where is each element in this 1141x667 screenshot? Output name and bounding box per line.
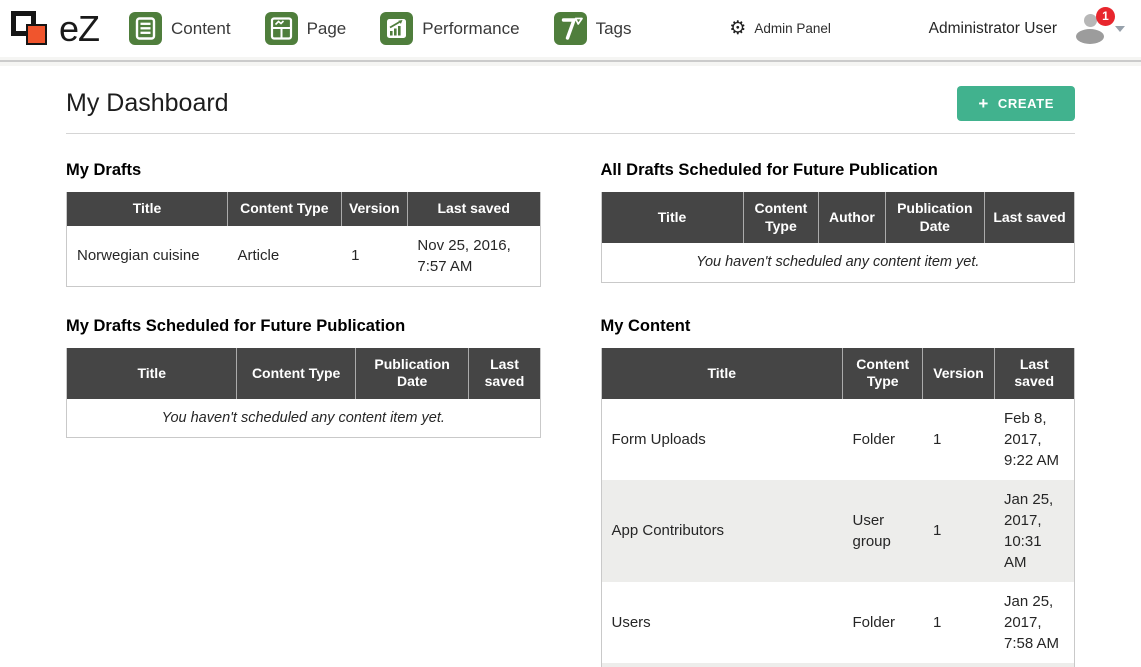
table-empty-row: You haven't scheduled any content item y… <box>67 399 541 438</box>
nav-label: Content <box>171 19 231 39</box>
page-title: My Dashboard <box>66 89 229 118</box>
empty-message: You haven't scheduled any content item y… <box>601 243 1075 282</box>
notification-badge[interactable]: 1 <box>1096 7 1115 26</box>
table-cell: App <box>601 663 843 667</box>
top-navigation-bar: eZ Content <box>0 0 1141 57</box>
table-cell: Jan 25, 2017, 7:55 AM <box>994 663 1075 667</box>
user-menu-toggle[interactable]: 1 <box>1072 14 1125 44</box>
ez-logo[interactable]: eZ <box>10 10 99 48</box>
table-row[interactable]: App ContributorsUser group1Jan 25, 2017,… <box>601 480 1075 582</box>
ez-logo-orange-square <box>26 24 47 45</box>
table-cell: Jan 25, 2017, 10:31 AM <box>994 480 1075 582</box>
nav-item-tags[interactable]: Tags <box>554 12 632 45</box>
table-row[interactable]: UsersFolder1Jan 25, 2017, 7:58 AM <box>601 582 1075 663</box>
section-title: My Drafts <box>66 161 541 180</box>
table-cell: 1 <box>341 226 407 287</box>
page-icon <box>265 12 298 45</box>
column-header: Content Type <box>227 192 341 226</box>
plus-icon: + <box>978 96 989 111</box>
performance-icon <box>380 12 413 45</box>
topbar-divider <box>0 57 1141 66</box>
column-header: Title <box>67 192 228 226</box>
table-cell: App Contributors <box>601 480 843 582</box>
ez-logo-text: eZ <box>59 11 99 47</box>
user-area: Administrator User 1 <box>929 14 1125 44</box>
table-cell: Users <box>601 582 843 663</box>
nav-item-performance[interactable]: Performance <box>380 12 519 45</box>
table-cell: Article <box>227 226 341 287</box>
dashboard-grid: My Drafts TitleContent TypeVersionLast s… <box>66 161 1075 667</box>
dashboard-main: My Dashboard + CREATE My Drafts TitleCon… <box>0 66 1141 667</box>
avatar-body <box>1076 29 1104 44</box>
column-header: Version <box>341 192 407 226</box>
table-cell: Nov 25, 2016, 7:57 AM <box>407 226 540 287</box>
nav-item-page[interactable]: Page <box>265 12 347 45</box>
column-header: Publication Date <box>355 348 469 399</box>
nav-label: Page <box>307 19 347 39</box>
table-cell: Folder <box>843 582 923 663</box>
column-header: Content Type <box>843 348 923 399</box>
ez-logo-icon <box>10 10 51 48</box>
table-header-row: TitleContent TypeAuthorPublication DateL… <box>601 192 1075 243</box>
my-drafts-scheduled-table: TitleContent TypePublication DateLast sa… <box>66 348 541 438</box>
chevron-down-icon <box>1115 26 1125 32</box>
column-header: Last saved <box>407 192 540 226</box>
admin-panel-label: Admin Panel <box>754 21 831 36</box>
section-all-drafts-scheduled: All Drafts Scheduled for Future Publicat… <box>601 161 1076 287</box>
column-header: Content Type <box>743 192 819 243</box>
content-icon <box>129 12 162 45</box>
my-drafts-table: TitleContent TypeVersionLast savedNorweg… <box>66 192 541 287</box>
empty-message: You haven't scheduled any content item y… <box>67 399 541 438</box>
admin-panel-link[interactable]: ⚙ Admin Panel <box>729 19 831 38</box>
section-my-content: My Content TitleContent TypeVersionLast … <box>601 317 1076 667</box>
column-header: Version <box>923 348 994 399</box>
column-header: Publication Date <box>885 192 984 243</box>
section-title: My Drafts Scheduled for Future Publicati… <box>66 317 541 336</box>
table-empty-row: You haven't scheduled any content item y… <box>601 243 1075 282</box>
table-cell: Jan 25, 2017, 7:58 AM <box>994 582 1075 663</box>
table-row[interactable]: Form UploadsFolder1Feb 8, 2017, 9:22 AM <box>601 399 1075 480</box>
user-avatar-icon: 1 <box>1072 14 1108 44</box>
my-content-table: TitleContent TypeVersionLast savedForm U… <box>601 348 1076 667</box>
nav-label: Tags <box>596 19 632 39</box>
table-header-row: TitleContent TypeVersionLast saved <box>601 348 1075 399</box>
main-nav: Content Page <box>129 12 632 45</box>
table-header-row: TitleContent TypePublication DateLast sa… <box>67 348 541 399</box>
column-header: Title <box>67 348 237 399</box>
column-header: Title <box>601 192 743 243</box>
create-button-label: CREATE <box>998 96 1054 111</box>
section-title: My Content <box>601 317 1076 336</box>
table-cell: Norwegian cuisine <box>67 226 228 287</box>
gear-icon: ⚙ <box>729 19 746 38</box>
column-header: Last saved <box>985 192 1075 243</box>
table-cell: 1 <box>923 399 994 480</box>
table-cell: 1 <box>923 582 994 663</box>
tags-icon <box>554 12 587 45</box>
column-header: Title <box>601 348 843 399</box>
section-my-drafts-scheduled: My Drafts Scheduled for Future Publicati… <box>66 317 541 667</box>
table-row[interactable]: Norwegian cuisineArticle1Nov 25, 2016, 7… <box>67 226 541 287</box>
table-cell: Feb 8, 2017, 9:22 AM <box>994 399 1075 480</box>
table-cell: 1 <box>923 663 994 667</box>
table-cell: Folder <box>843 399 923 480</box>
section-title: All Drafts Scheduled for Future Publicat… <box>601 161 1076 180</box>
table-cell: 1 <box>923 480 994 582</box>
create-button[interactable]: + CREATE <box>957 86 1075 121</box>
table-cell: User group <box>843 480 923 582</box>
column-header: Content Type <box>237 348 355 399</box>
page-header: My Dashboard + CREATE <box>66 66 1075 134</box>
column-header: Last saved <box>994 348 1075 399</box>
table-cell: Form Uploads <box>601 399 843 480</box>
column-header: Last saved <box>469 348 540 399</box>
all-drafts-scheduled-table: TitleContent TypeAuthorPublication DateL… <box>601 192 1076 282</box>
table-row[interactable]: AppFolder1Jan 25, 2017, 7:55 AM <box>601 663 1075 667</box>
nav-item-content[interactable]: Content <box>129 12 231 45</box>
column-header: Author <box>819 192 885 243</box>
table-header-row: TitleContent TypeVersionLast saved <box>67 192 541 226</box>
user-name: Administrator User <box>929 20 1057 38</box>
section-my-drafts: My Drafts TitleContent TypeVersionLast s… <box>66 161 541 287</box>
table-cell: Folder <box>843 663 923 667</box>
nav-label: Performance <box>422 19 519 39</box>
